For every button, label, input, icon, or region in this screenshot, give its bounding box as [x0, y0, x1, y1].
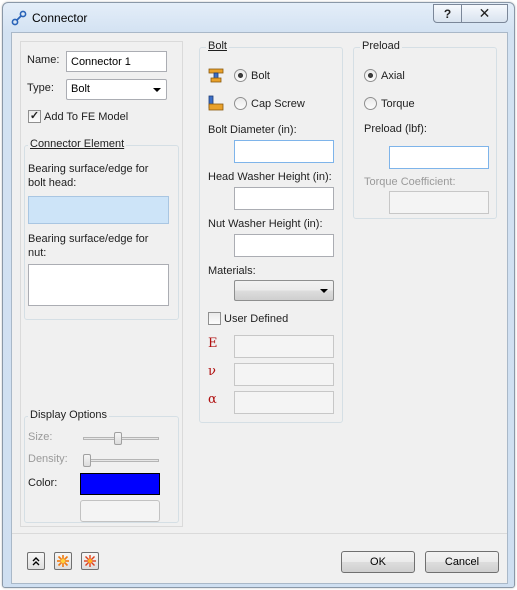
chevron-down-icon — [320, 289, 328, 293]
type-label: Type: — [27, 82, 54, 94]
ok-button-label: OK — [370, 556, 386, 568]
torque-coefficient-label: Torque Coefficient: — [364, 176, 456, 188]
bolt-radio[interactable] — [234, 69, 247, 82]
color-picker-button[interactable] — [80, 500, 160, 522]
checkmark-icon: ✓ — [29, 110, 40, 122]
window-title: Connector — [32, 11, 88, 25]
axial-option-label: Axial — [381, 70, 405, 82]
bolt-diameter-input[interactable] — [234, 140, 334, 163]
torque-coefficient-input[interactable] — [389, 191, 489, 214]
poisson-ratio-input[interactable] — [234, 363, 334, 386]
materials-select[interactable] — [234, 280, 334, 301]
title-bar[interactable]: Connector ? ✕ — [3, 3, 514, 33]
poisson-ratio-symbol: ν — [208, 364, 216, 379]
nut-washer-label: Nut Washer Height (in): — [208, 218, 323, 230]
add-fe-label: Add To FE Model — [44, 111, 129, 123]
bearing-head-label: Bearing surface/edge for bolt head: — [28, 163, 149, 189]
type-select-value: Bolt — [71, 83, 90, 95]
type-select[interactable]: Bolt — [66, 79, 167, 100]
help-button[interactable]: ? — [433, 4, 462, 23]
cap-screw-option-label: Cap Screw — [251, 98, 305, 110]
connector-app-icon — [11, 10, 27, 26]
close-button[interactable]: ✕ — [461, 4, 508, 23]
collapse-button[interactable] — [27, 552, 45, 570]
name-input[interactable] — [66, 51, 167, 72]
color-label: Color: — [28, 477, 58, 489]
nut-washer-input[interactable] — [234, 234, 334, 257]
user-defined-label: User Defined — [224, 313, 289, 325]
chevron-down-icon — [153, 88, 161, 92]
burst-highlight-button[interactable] — [54, 552, 72, 570]
bearing-nut-label: Bearing surface/edge for nut: — [28, 233, 149, 259]
materials-label: Materials: — [208, 265, 256, 277]
preload-group-title: Preload — [360, 40, 402, 52]
close-icon: ✕ — [478, 5, 491, 21]
elastic-modulus-input[interactable] — [234, 335, 334, 358]
help-icon: ? — [443, 6, 452, 21]
connector-element-group: Connector Element Bearing surface/edge f… — [24, 138, 179, 320]
torque-option-label: Torque — [381, 98, 415, 110]
density-slider-thumb[interactable] — [83, 454, 91, 467]
display-options-group: Display Options Size: Density: Color: — [24, 409, 179, 523]
footer-divider — [12, 533, 507, 534]
thermal-expansion-symbol: α — [208, 392, 217, 407]
density-label: Density: — [28, 453, 68, 465]
bolt-group: Bolt Bolt Cap Screw Bolt Diameter (in): … — [199, 40, 343, 423]
burst-all-button[interactable] — [81, 552, 99, 570]
bolt-group-title: Bolt — [206, 40, 229, 52]
multi-starburst-icon — [84, 555, 96, 567]
bolt-icon — [208, 68, 224, 83]
axial-radio[interactable] — [364, 69, 377, 82]
bearing-head-field[interactable] — [28, 196, 169, 224]
head-washer-label: Head Washer Height (in): — [208, 171, 332, 183]
size-label: Size: — [28, 431, 53, 443]
color-swatch[interactable] — [80, 473, 160, 495]
bearing-nut-field[interactable] — [28, 264, 169, 306]
torque-radio[interactable] — [364, 97, 377, 110]
preload-group: Preload Axial Torque Preload (lbf): Torq… — [353, 40, 497, 219]
ok-button[interactable]: OK — [341, 551, 415, 573]
bolt-option-label: Bolt — [251, 70, 270, 82]
name-label: Name: — [27, 54, 60, 66]
user-defined-checkbox[interactable] — [208, 312, 221, 325]
display-options-title: Display Options — [28, 409, 110, 421]
size-slider-thumb[interactable] — [113, 432, 122, 445]
double-chevron-up-icon — [32, 557, 40, 566]
left-panel: Name: Type: Bolt ✓ Add To FE Model Conne… — [20, 41, 183, 527]
preload-label: Preload (lbf): — [364, 123, 427, 135]
head-washer-input[interactable] — [234, 187, 334, 210]
connector-dialog: Connector ? ✕ Name: Type: Bolt ✓ Add To … — [2, 2, 515, 588]
thermal-expansion-input[interactable] — [234, 391, 334, 414]
cap-screw-radio[interactable] — [234, 97, 247, 110]
density-slider-track — [83, 459, 159, 462]
dialog-client-area: Name: Type: Bolt ✓ Add To FE Model Conne… — [11, 32, 508, 584]
preload-input[interactable] — [389, 146, 489, 169]
connector-element-title: Connector Element — [28, 138, 127, 150]
cap-screw-icon — [208, 95, 224, 111]
add-fe-checkbox[interactable]: ✓ — [28, 110, 41, 123]
bolt-diameter-label: Bolt Diameter (in): — [208, 124, 297, 136]
cancel-button[interactable]: Cancel — [425, 551, 499, 573]
starburst-icon — [57, 555, 69, 567]
cancel-button-label: Cancel — [444, 556, 480, 568]
elastic-modulus-symbol: E — [208, 336, 218, 351]
